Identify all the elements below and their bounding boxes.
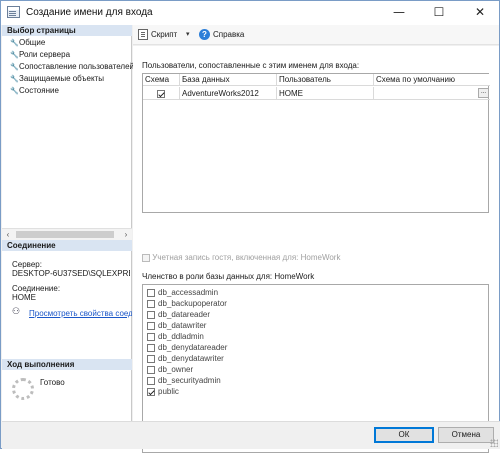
script-dropdown-icon[interactable]: ▾: [186, 28, 190, 42]
server-value: DESKTOP-6U37SED\SQLEXPRESS: [12, 269, 130, 278]
wrench-icon: 🔧: [10, 75, 19, 83]
role-item[interactable]: public: [147, 386, 179, 397]
role-item[interactable]: db_accessadmin: [147, 287, 218, 298]
window-app-icon: [7, 6, 20, 18]
progress-status: Готово: [40, 378, 65, 387]
sidebar-hscrollbar[interactable]: ‹ ›: [2, 228, 132, 240]
progress-spinner-icon: [12, 378, 34, 400]
dialog-window: Создание имени для входа — ☐ ✕ Выбор стр…: [0, 0, 500, 453]
column-header-default-schema[interactable]: Схема по умолчанию: [374, 74, 490, 86]
role-checkbox[interactable]: [147, 299, 155, 308]
nav-item-server-roles[interactable]: 🔧Роли сервера: [10, 49, 70, 60]
progress-header: Ход выполнения: [2, 359, 132, 370]
scroll-right-icon[interactable]: ›: [120, 229, 132, 240]
wrench-icon: 🔧: [10, 39, 19, 47]
view-connection-properties-link[interactable]: Просмотреть свойства соединения: [29, 309, 132, 318]
role-checkbox[interactable]: [147, 288, 155, 297]
dialog-footer: ОК Отмена: [2, 421, 500, 449]
column-header-map[interactable]: Схема: [143, 74, 180, 86]
wrench-icon: 🔧: [10, 63, 19, 71]
wrench-icon: 🔧: [10, 87, 19, 95]
table-row-map-cell[interactable]: [143, 87, 180, 100]
role-item[interactable]: db_denydatareader: [147, 342, 227, 353]
title-bar: Создание имени для входа — ☐ ✕: [1, 1, 499, 25]
default-schema-cell[interactable]: ...: [374, 87, 490, 100]
maximize-button[interactable]: ☐: [422, 1, 456, 25]
nav-item-user-mapping[interactable]: 🔧Сопоставление пользователей: [10, 61, 134, 72]
user-cell[interactable]: HOME: [277, 87, 374, 100]
wrench-icon: 🔧: [10, 51, 19, 59]
role-item[interactable]: db_datawriter: [147, 320, 206, 331]
server-label: Сервер:: [12, 260, 42, 269]
role-checkbox[interactable]: [147, 332, 155, 341]
toolbar: Скрипт ▾ ? Справка: [133, 25, 499, 45]
ok-button[interactable]: ОК: [374, 427, 434, 443]
nav-item-general[interactable]: 🔧Общие: [10, 37, 45, 48]
column-header-user[interactable]: Пользователь: [277, 74, 374, 86]
nav-item-securables[interactable]: 🔧Защищаемые объекты: [10, 73, 104, 84]
scroll-left-icon[interactable]: ‹: [2, 229, 14, 240]
script-button[interactable]: Скрипт: [138, 28, 177, 42]
select-page-header: Выбор страницы: [2, 25, 132, 36]
connection-header: Соединение: [2, 240, 132, 251]
role-checkbox[interactable]: [147, 387, 155, 396]
resize-grip-icon[interactable]: [490, 439, 498, 447]
role-checkbox[interactable]: [147, 365, 155, 374]
role-checkbox[interactable]: [147, 376, 155, 385]
role-item[interactable]: db_owner: [147, 364, 193, 375]
role-item[interactable]: db_backupoperator: [147, 298, 227, 309]
browse-schema-button[interactable]: ...: [478, 88, 489, 98]
guest-account-checkbox: [142, 253, 150, 262]
connection-properties-icon: ⚇: [12, 307, 21, 317]
column-header-database[interactable]: База данных: [180, 74, 277, 86]
guest-account-option: Учетная запись гостя, включенная для: Ho…: [142, 253, 340, 262]
help-button[interactable]: ? Справка: [199, 28, 244, 42]
connection-value: HOME: [12, 293, 36, 302]
main-panel: Пользователи, сопоставленные с этим имен…: [133, 46, 499, 453]
role-checkbox[interactable]: [147, 321, 155, 330]
role-checkbox[interactable]: [147, 310, 155, 319]
script-icon: [138, 29, 148, 41]
role-item[interactable]: db_datareader: [147, 309, 210, 320]
database-cell[interactable]: AdventureWorks2012: [180, 87, 277, 100]
mapped-users-label: Пользователи, сопоставленные с этим имен…: [142, 61, 360, 70]
user-mapping-grid: Схема База данных Пользователь Схема по …: [142, 73, 490, 213]
help-icon: ?: [199, 29, 210, 41]
scroll-thumb[interactable]: [16, 231, 114, 238]
role-item[interactable]: db_ddladmin: [147, 331, 204, 342]
role-checkbox[interactable]: [147, 343, 155, 352]
cancel-button[interactable]: Отмена: [438, 427, 494, 443]
map-checkbox[interactable]: [157, 89, 165, 98]
role-membership-label: Членство в роли базы данных для: HomeWor…: [142, 272, 315, 281]
role-item[interactable]: db_denydatawriter: [147, 353, 224, 364]
nav-item-status[interactable]: 🔧Состояние: [10, 85, 59, 96]
sidebar: Выбор страницы 🔧Общие 🔧Роли сервера 🔧Соп…: [2, 25, 134, 427]
close-button[interactable]: ✕: [463, 1, 497, 25]
role-checkbox[interactable]: [147, 354, 155, 363]
minimize-button[interactable]: —: [382, 1, 416, 25]
connection-label: Соединение:: [12, 284, 61, 293]
role-item[interactable]: db_securityadmin: [147, 375, 221, 386]
window-title: Создание имени для входа: [26, 7, 153, 18]
